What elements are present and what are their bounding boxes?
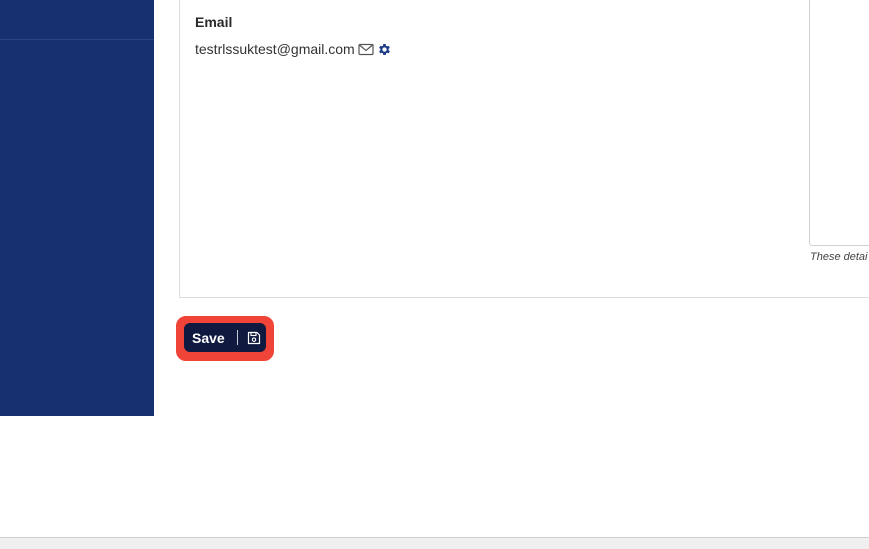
save-button-separator [236, 330, 238, 345]
gear-icon[interactable] [377, 42, 392, 57]
email-value: testrlssuktest@gmail.com [195, 41, 355, 57]
bottom-bar [0, 537, 869, 549]
side-text-area[interactable] [809, 0, 869, 246]
side-note: These detai [810, 251, 868, 263]
save-button[interactable]: Save [184, 323, 266, 352]
sidebar-divider [0, 39, 154, 40]
envelope-icon[interactable] [358, 43, 374, 56]
email-label: Email [195, 14, 233, 30]
save-button-label: Save [192, 329, 225, 346]
floppy-disk-icon [247, 331, 261, 345]
sidebar [0, 0, 154, 416]
email-row: testrlssuktest@gmail.com [195, 40, 392, 58]
